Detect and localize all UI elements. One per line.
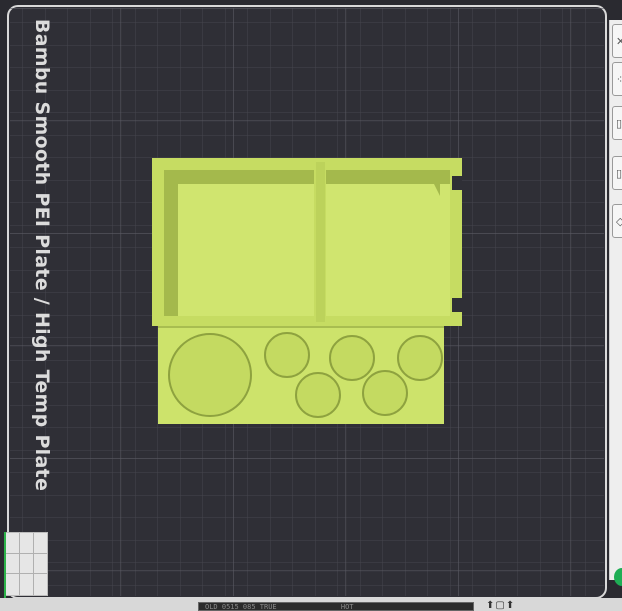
orient-icon[interactable]: ▯ — [612, 106, 622, 140]
plate-type-label: Bambu Smooth PEI Plate / High Temp Plate — [31, 18, 53, 492]
right-compartment — [326, 170, 450, 316]
layer-icon[interactable]: ▯ — [612, 156, 622, 190]
coin-hole-large — [168, 333, 252, 417]
left-compartment — [164, 170, 314, 316]
compartment-divider — [316, 162, 325, 322]
status-text: OLD 0515 085 TRUE — [205, 603, 277, 611]
coin-hole — [397, 335, 443, 381]
hot-label: HOT — [340, 603, 354, 611]
coin-hole — [295, 372, 341, 418]
3d-viewport[interactable]: Bambu Smooth PEI Plate / High Temp Plate — [0, 0, 622, 611]
bottom-toolbar-icons[interactable]: ⬆▢⬆ — [486, 600, 526, 611]
view-cube[interactable] — [4, 532, 48, 596]
coin-hole — [264, 332, 310, 378]
coin-hole — [329, 335, 375, 381]
coin-hole — [362, 370, 408, 416]
printed-model[interactable] — [152, 158, 462, 424]
arrange-icon[interactable]: ⁘ — [612, 62, 622, 96]
build-plate-canvas[interactable] — [0, 0, 622, 611]
right-toolbar: ✕ ⁘ ▯ ▯ ◇ — [609, 20, 622, 580]
close-icon[interactable]: ✕ — [612, 24, 622, 58]
y-axis-indicator — [4, 532, 6, 598]
side-slot-bottom — [452, 298, 462, 312]
status-text-box: OLD 0515 085 TRUE HOT — [198, 602, 474, 611]
slicer-app: Bambu Smooth PEI Plate / High Temp Plate… — [0, 0, 622, 611]
view-icon[interactable]: ◇ — [612, 204, 622, 238]
side-slot-top — [452, 176, 462, 190]
